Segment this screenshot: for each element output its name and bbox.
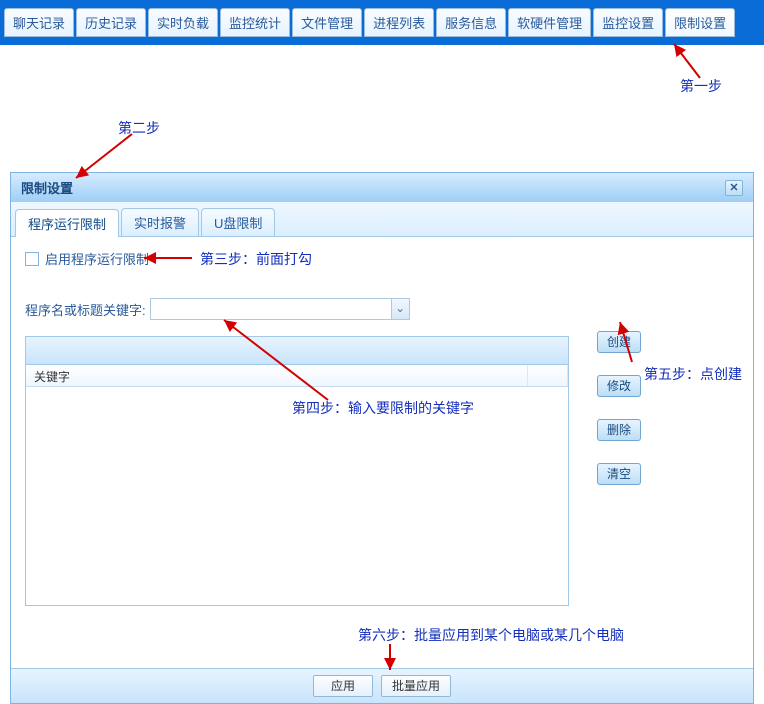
enable-restrict-label: 启用程序运行限制 <box>45 249 149 268</box>
tab-process-list[interactable]: 进程列表 <box>364 8 434 37</box>
panel-body: 启用程序运行限制 程序名或标题关键字: ⌄ 关键字 创建 修改 删除 清空 <box>11 237 753 612</box>
tab-restrict-settings[interactable]: 限制设置 <box>665 8 735 37</box>
grid-rows[interactable] <box>26 387 568 605</box>
edit-button[interactable]: 修改 <box>597 375 641 397</box>
dialog-title-text: 限制设置 <box>21 178 73 197</box>
keyword-combo[interactable]: ⌄ <box>150 298 410 320</box>
grid-header: 关键字 <box>26 365 568 387</box>
subtab-realtime-alarm[interactable]: 实时报警 <box>121 208 199 236</box>
subtab-program-restrict[interactable]: 程序运行限制 <box>15 209 119 237</box>
grid-header-keyword[interactable]: 关键字 <box>26 365 528 386</box>
top-navigation: 聊天记录 历史记录 实时负载 监控统计 文件管理 进程列表 服务信息 软硬件管理… <box>0 0 764 45</box>
side-buttons: 创建 修改 删除 清空 <box>597 331 641 485</box>
enable-restrict-row: 启用程序运行限制 <box>25 249 739 268</box>
tab-monitor-stats[interactable]: 监控统计 <box>220 8 290 37</box>
restrict-settings-dialog: 限制设置 ✕ 程序运行限制 实时报警 U盘限制 启用程序运行限制 程序名或标题关… <box>10 172 754 704</box>
delete-button[interactable]: 删除 <box>597 419 641 441</box>
clear-button[interactable]: 清空 <box>597 463 641 485</box>
tab-hw-sw-manage[interactable]: 软硬件管理 <box>508 8 591 37</box>
tab-monitor-settings[interactable]: 监控设置 <box>593 8 663 37</box>
chevron-down-icon[interactable]: ⌄ <box>391 299 409 319</box>
enable-restrict-checkbox[interactable] <box>25 252 39 266</box>
keyword-row: 程序名或标题关键字: ⌄ <box>25 298 739 320</box>
bottom-bar: 应用 批量应用 <box>11 668 753 703</box>
subtab-usb-restrict[interactable]: U盘限制 <box>201 208 275 236</box>
close-icon[interactable]: ✕ <box>725 180 743 196</box>
dialog-sub-tabs: 程序运行限制 实时报警 U盘限制 <box>11 202 753 237</box>
annotation-step2: 第二步 <box>118 118 160 138</box>
tab-realtime-load[interactable]: 实时负载 <box>148 8 218 37</box>
tab-service-info[interactable]: 服务信息 <box>436 8 506 37</box>
create-button[interactable]: 创建 <box>597 331 641 353</box>
annotation-step1: 第一步 <box>680 76 722 96</box>
grid-header-spacer <box>528 365 568 386</box>
keyword-label: 程序名或标题关键字: <box>25 300 146 319</box>
tab-chat-log[interactable]: 聊天记录 <box>4 8 74 37</box>
keyword-grid: 关键字 <box>25 336 569 606</box>
batch-apply-button[interactable]: 批量应用 <box>381 675 451 697</box>
apply-button[interactable]: 应用 <box>313 675 373 697</box>
dialog-titlebar: 限制设置 ✕ <box>11 173 753 202</box>
tab-history[interactable]: 历史记录 <box>76 8 146 37</box>
arrow-step1-icon <box>670 40 720 82</box>
tab-file-manage[interactable]: 文件管理 <box>292 8 362 37</box>
grid-toolbar <box>26 337 568 365</box>
